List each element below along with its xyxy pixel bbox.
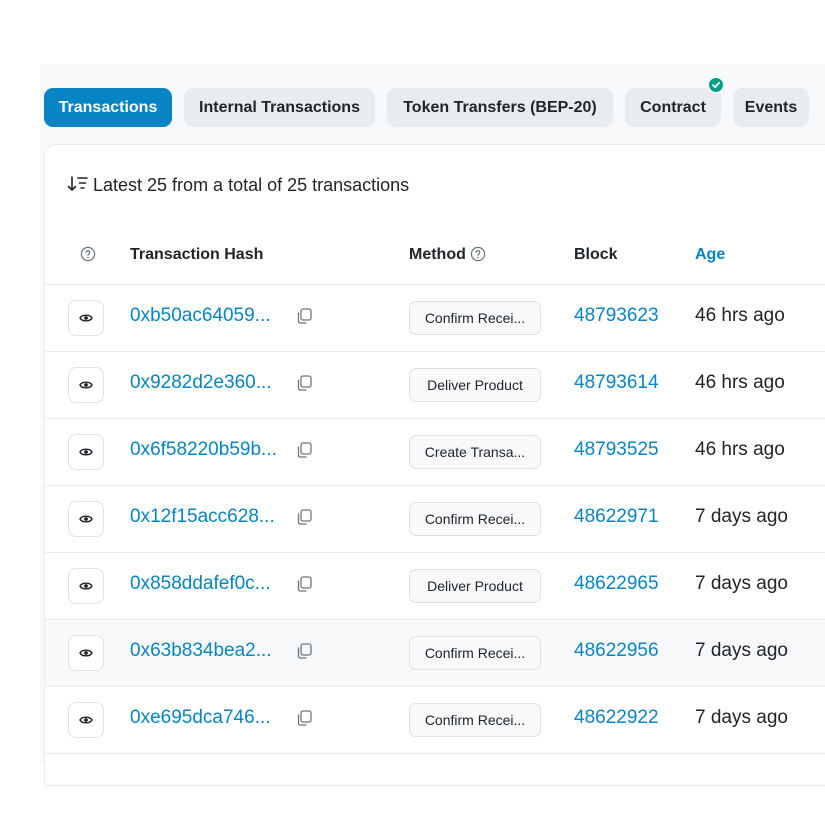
age-value: 7 days ago [695,707,788,728]
method-badge: Confirm Recei... [409,502,541,536]
copy-icon[interactable] [295,441,313,464]
block-link[interactable]: 48622971 [574,506,659,528]
block-link[interactable]: 48622956 [574,640,659,662]
transactions-summary: Latest 25 from a total of 25 transaction… [67,175,409,198]
table-row: 0xe695dca746... Confirm Recei... 4862292… [45,687,825,754]
transaction-hash-link[interactable]: 0xe695dca746... [130,707,271,729]
copy-icon[interactable] [295,374,313,397]
copy-icon[interactable] [295,508,313,531]
method-badge: Confirm Recei... [409,301,541,335]
block-link[interactable]: 48622922 [574,707,659,729]
age-value: 46 hrs ago [695,305,785,326]
transactions-card: Latest 25 from a total of 25 transaction… [44,144,825,786]
copy-icon[interactable] [295,709,313,732]
transaction-hash-link[interactable]: 0x858ddafef0c... [130,573,271,595]
block-link[interactable]: 48622965 [574,573,659,595]
block-link[interactable]: 48793525 [574,439,659,461]
verified-check-icon [707,76,725,94]
method-badge: Confirm Recei... [409,636,541,670]
tab-internal-transactions[interactable]: Internal Transactions [184,88,375,127]
tab-transactions[interactable]: Transactions [44,88,172,127]
block-link[interactable]: 48793614 [574,372,659,394]
table-row: 0x6f58220b59b... Create Transa... 487935… [45,419,825,486]
copy-icon[interactable] [295,642,313,665]
column-age[interactable]: Age [695,240,725,270]
summary-text: Latest 25 from a total of 25 transaction… [93,175,410,195]
preview-button[interactable] [68,501,104,537]
transaction-hash-link[interactable]: 0x6f58220b59b... [130,439,277,461]
help-circle-icon[interactable] [80,243,96,273]
method-badge: Create Transa... [409,435,541,469]
table-row: 0xb50ac64059... Confirm Recei... 4879362… [45,285,825,352]
tab-events[interactable]: Events [733,88,809,127]
age-value: 46 hrs ago [695,439,785,460]
method-badge: Confirm Recei... [409,703,541,737]
method-badge: Deliver Product [409,368,541,402]
preview-button[interactable] [68,434,104,470]
age-value: 7 days ago [695,640,788,661]
table-row: 0x9282d2e360... Deliver Product 48793614… [45,352,825,419]
transaction-hash-link[interactable]: 0x9282d2e360... [130,372,272,394]
help-circle-icon[interactable] [470,243,486,273]
transaction-hash-link[interactable]: 0xb50ac64059... [130,305,271,327]
age-value: 7 days ago [695,506,788,527]
block-link[interactable]: 48793623 [574,305,659,327]
preview-button[interactable] [68,367,104,403]
sort-descending-icon[interactable] [67,175,89,198]
copy-icon[interactable] [295,575,313,598]
table-row: 0x858ddafef0c... Deliver Product 4862296… [45,553,825,620]
preview-button[interactable] [68,300,104,336]
tab-token-transfers[interactable]: Token Transfers (BEP-20) [387,88,613,127]
preview-button[interactable] [68,568,104,604]
column-block: Block [574,246,618,263]
tab-contract[interactable]: Contract [625,76,725,127]
transaction-hash-link[interactable]: 0x12f15acc628... [130,506,275,528]
column-transaction-hash: Transaction Hash [130,246,264,263]
preview-button[interactable] [68,635,104,671]
age-value: 7 days ago [695,573,788,594]
table-header: Transaction Hash Method Block Age [45,240,825,285]
transaction-hash-link[interactable]: 0x63b834bea2... [130,640,272,662]
column-method-label: Method [409,246,466,263]
table-row-highlighted: 0x63b834bea2... Confirm Recei... 4862295… [45,620,825,687]
column-method: Method [409,240,486,273]
preview-button[interactable] [68,702,104,738]
age-value: 46 hrs ago [695,372,785,393]
tab-contract-label: Contract [640,99,706,116]
column-preview [80,240,96,273]
copy-icon[interactable] [295,307,313,330]
transactions-panel: Transactions Internal Transactions Token… [40,64,825,786]
table-row: 0x12f15acc628... Confirm Recei... 486229… [45,486,825,553]
method-badge: Deliver Product [409,569,541,603]
